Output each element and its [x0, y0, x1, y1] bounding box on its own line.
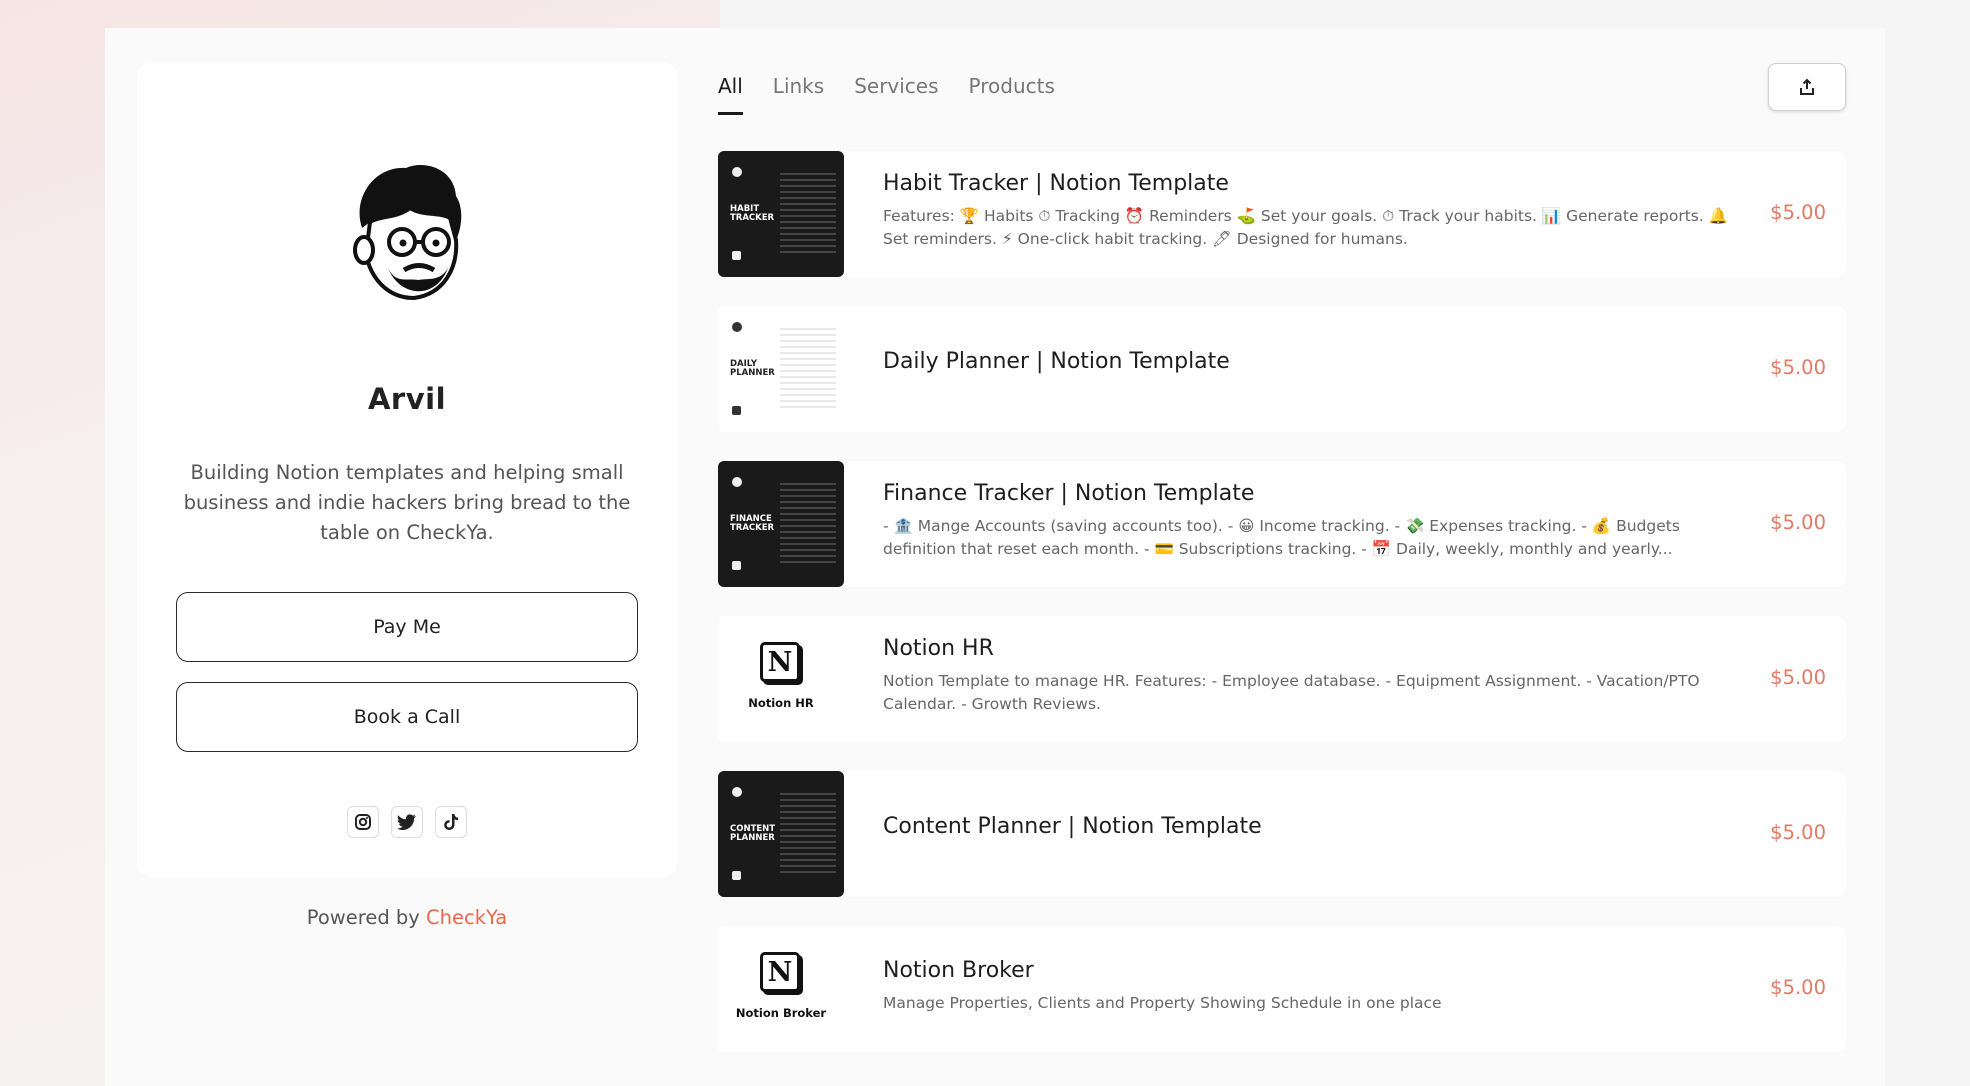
- twitter-icon[interactable]: [391, 806, 423, 838]
- product-price: $5.00: [1770, 201, 1826, 224]
- book-call-button[interactable]: Book a Call: [176, 682, 638, 752]
- social-links: [347, 806, 467, 838]
- product-thumbnail: DAILY PLANNER: [718, 306, 844, 432]
- product-card[interactable]: N Notion Broker Notion Broker Manage Pro…: [718, 926, 1846, 1052]
- product-card[interactable]: HABIT TRACKER Habit Tracker | Notion Tem…: [718, 151, 1846, 277]
- product-title[interactable]: Daily Planner | Notion Template: [883, 349, 1230, 374]
- profile-name: Arvil: [367, 382, 447, 416]
- thumbnail-label: Notion Broker: [735, 1006, 827, 1020]
- thumbnail-label: CONTENT PLANNER: [730, 824, 776, 843]
- checkya-link[interactable]: CheckYa: [426, 906, 507, 929]
- thumbnail-label: FINANCE TRACKER: [730, 514, 775, 533]
- profile-bio: Building Notion templates and helping sm…: [183, 461, 631, 544]
- avatar: [353, 165, 462, 301]
- thumbnail-label: HABIT TRACKER: [730, 204, 775, 223]
- pay-me-button[interactable]: Pay Me: [176, 592, 638, 662]
- tab-services[interactable]: Services: [854, 74, 938, 115]
- product-card[interactable]: N Notion HR Notion HR Notion Template to…: [718, 616, 1846, 742]
- product-card[interactable]: CONTENT PLANNER Content Planner | Notion…: [718, 771, 1846, 897]
- product-price: $5.00: [1770, 666, 1826, 689]
- product-description: - 🏦 Mange Accounts (saving accounts too)…: [883, 517, 1680, 558]
- product-card[interactable]: FINANCE TRACKER Finance Tracker | Notion…: [718, 461, 1846, 587]
- tab-products[interactable]: Products: [969, 74, 1055, 115]
- product-thumbnail: FINANCE TRACKER: [718, 461, 844, 587]
- product-description: Manage Properties, Clients and Property …: [883, 994, 1442, 1012]
- instagram-icon[interactable]: [347, 806, 379, 838]
- notion-logo-icon: N: [760, 952, 800, 992]
- product-card[interactable]: DAILY PLANNER Daily Planner | Notion Tem…: [718, 306, 1846, 432]
- product-price: $5.00: [1770, 976, 1826, 999]
- product-thumbnail: HABIT TRACKER: [718, 151, 844, 277]
- share-button[interactable]: [1768, 63, 1846, 111]
- product-title[interactable]: Notion Broker: [883, 958, 1034, 983]
- tiktok-icon[interactable]: [435, 806, 467, 838]
- product-title[interactable]: Finance Tracker | Notion Template: [883, 481, 1254, 506]
- thumbnail-label: DAILY PLANNER: [730, 359, 775, 378]
- tab-all[interactable]: All: [718, 74, 743, 115]
- tab-links[interactable]: Links: [773, 74, 824, 115]
- product-thumbnail: N Notion Broker: [718, 926, 844, 1052]
- product-description: Features: 🏆 Habits ⏱ Tracking ⏰ Reminder…: [883, 207, 1728, 248]
- product-title[interactable]: Habit Tracker | Notion Template: [883, 171, 1229, 196]
- product-thumbnail: CONTENT PLANNER: [718, 771, 844, 897]
- product-title[interactable]: Content Planner | Notion Template: [883, 814, 1262, 839]
- product-title[interactable]: Notion HR: [883, 636, 994, 661]
- thumbnail-label: Notion HR: [748, 696, 814, 710]
- product-price: $5.00: [1770, 511, 1826, 534]
- powered-by: Powered by CheckYa: [137, 906, 677, 929]
- product-price: $5.00: [1770, 821, 1826, 844]
- notion-logo-icon: N: [760, 642, 800, 682]
- product-thumbnail: N Notion HR: [718, 616, 844, 742]
- profile-card: Arvil Building Notion templates and help…: [137, 62, 677, 877]
- filter-tabs: All Links Services Products: [718, 74, 1055, 115]
- product-price: $5.00: [1770, 356, 1826, 379]
- share-icon: [1800, 78, 1814, 95]
- powered-by-label: Powered by: [306, 906, 420, 929]
- product-description: Notion Template to manage HR. Features: …: [883, 672, 1700, 713]
